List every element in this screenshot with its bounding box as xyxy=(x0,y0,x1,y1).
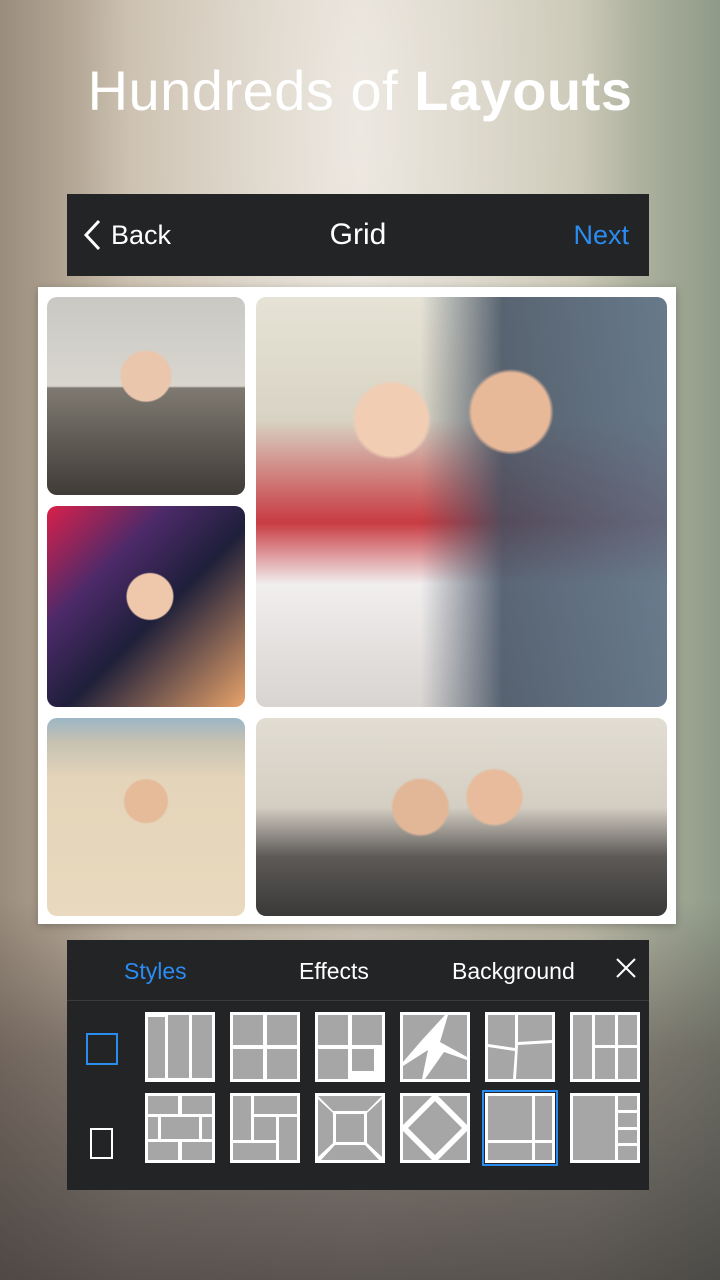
layout-thumbnail[interactable] xyxy=(570,1093,640,1163)
tab-background[interactable]: Background xyxy=(452,958,575,985)
close-button[interactable] xyxy=(615,957,637,984)
panel-tabs: Styles Effects Background xyxy=(67,940,649,1001)
layout-thumbnail[interactable] xyxy=(230,1093,300,1163)
collage-photo-5[interactable] xyxy=(256,718,667,916)
layout-thumbnail[interactable] xyxy=(230,1012,300,1082)
layout-thumbnail[interactable] xyxy=(315,1012,385,1082)
layout-thumbnail[interactable] xyxy=(400,1093,470,1163)
top-bar: Back Grid Next xyxy=(67,194,649,276)
back-label: Back xyxy=(111,219,172,250)
layout-thumbnail[interactable] xyxy=(145,1012,215,1082)
layout-thumbnail[interactable] xyxy=(570,1012,640,1082)
collage-photo-4[interactable] xyxy=(256,297,667,707)
collage-photo-2[interactable] xyxy=(47,506,245,707)
headline-normal: Hundreds of xyxy=(87,59,415,122)
collage-canvas xyxy=(38,287,676,924)
headline: Hundreds of Layouts xyxy=(0,58,720,123)
layout-thumbnail[interactable] xyxy=(400,1012,470,1082)
tab-effects[interactable]: Effects xyxy=(299,958,369,985)
collage-photo-1[interactable] xyxy=(47,297,245,495)
back-button[interactable]: Back xyxy=(83,218,171,252)
layout-thumbnail[interactable] xyxy=(485,1012,555,1082)
close-icon xyxy=(616,958,636,978)
portrait-ratio-icon[interactable] xyxy=(90,1128,113,1159)
layout-thumbnail-selected[interactable] xyxy=(482,1090,558,1166)
headline-bold: Layouts xyxy=(414,59,633,122)
tab-styles[interactable]: Styles xyxy=(124,958,187,985)
next-button[interactable]: Next xyxy=(573,220,629,251)
chevron-left-icon xyxy=(83,219,101,251)
square-ratio-icon[interactable] xyxy=(86,1033,118,1065)
layout-thumbnail[interactable] xyxy=(145,1093,215,1163)
collage-photo-3[interactable] xyxy=(47,718,245,916)
layout-panel: Styles Effects Background xyxy=(67,940,649,1190)
layout-thumbnail[interactable] xyxy=(315,1093,385,1163)
